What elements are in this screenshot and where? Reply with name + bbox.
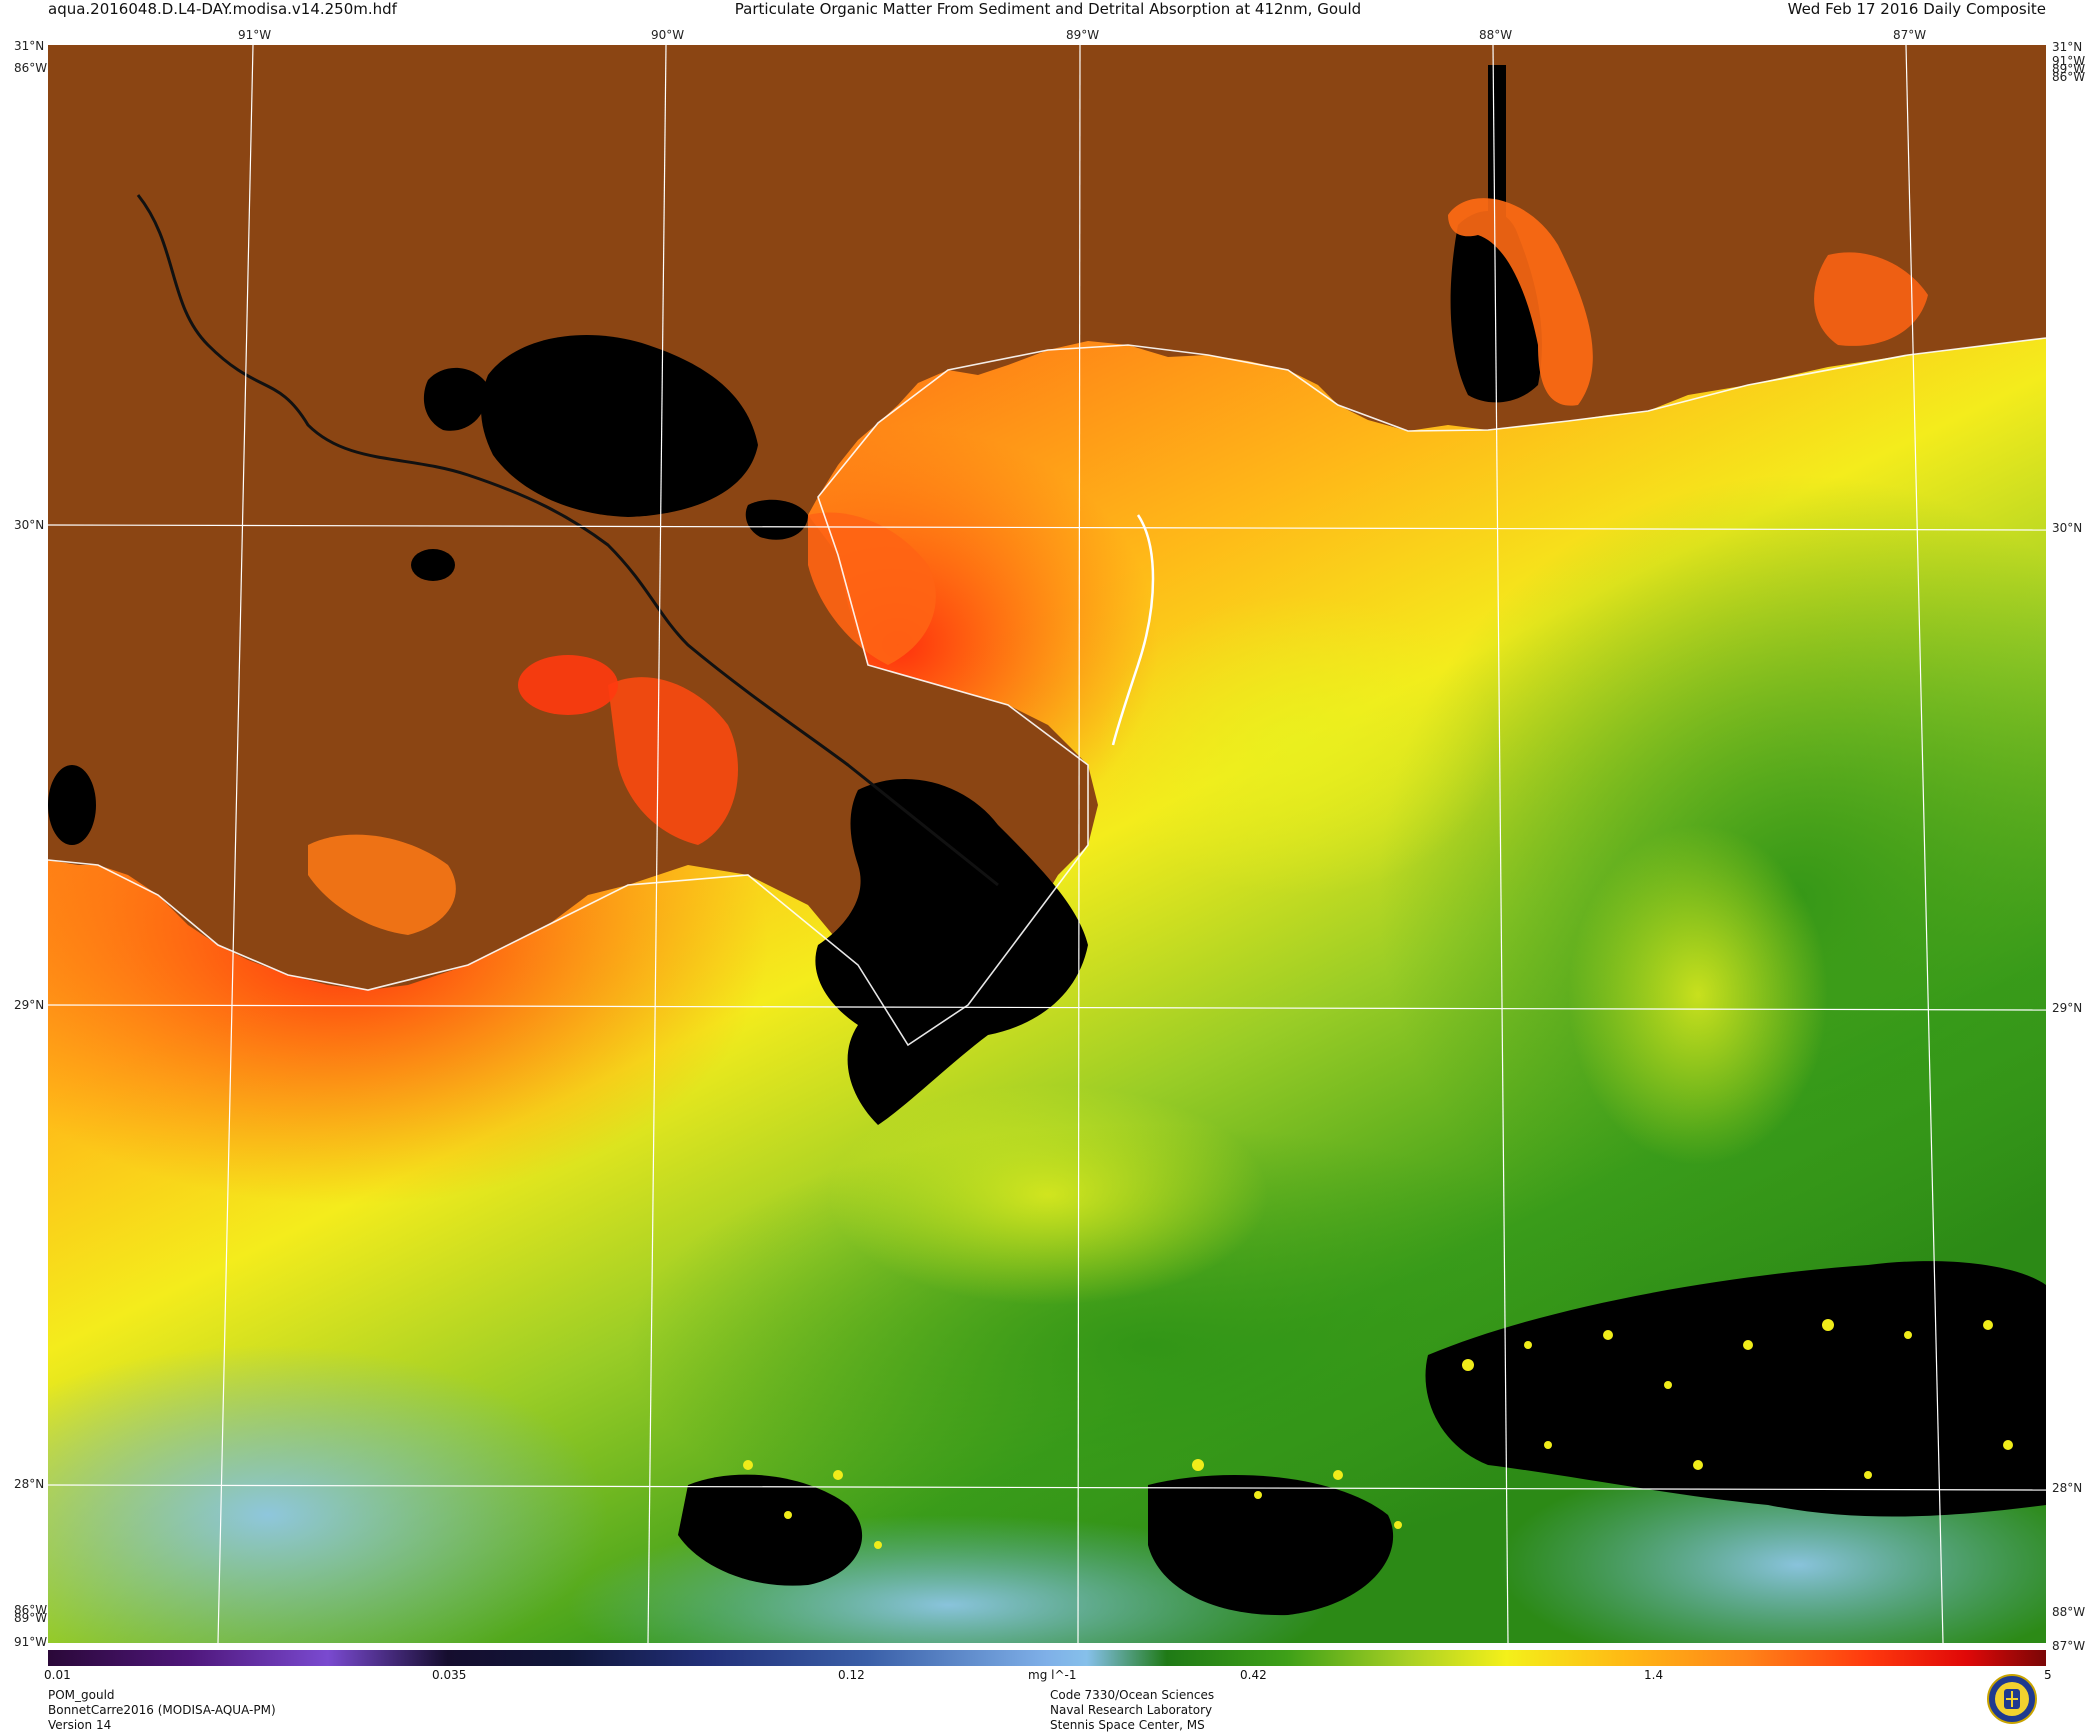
color-scale-bar xyxy=(48,1650,2046,1666)
plume-lake-salvador xyxy=(518,655,618,715)
corner-label-top-left-lat: 31°N xyxy=(14,39,45,53)
corner-label-bottom-right-lon-a: 88°W xyxy=(2052,1605,2086,1619)
lon-label-88w: 88°W xyxy=(1479,28,1513,42)
lon-label-90w: 90°W xyxy=(651,28,685,42)
corner-label-bottom-right-lon-b: 87°W xyxy=(2052,1639,2086,1653)
lon-label-89w: 89°W xyxy=(1066,28,1100,42)
product-name: POM_gould xyxy=(48,1688,115,1702)
corner-label-top-left-lon: 86°W xyxy=(14,61,48,75)
map-image[interactable] xyxy=(48,45,2046,1643)
scale-units: mg l^-1 xyxy=(1028,1668,1077,1682)
org-line-1: Code 7330/Ocean Sciences xyxy=(1050,1688,1215,1702)
scale-tick-14: 1.4 xyxy=(1644,1668,1664,1682)
lat-label-28n-left: 28°N xyxy=(14,1477,45,1491)
lat-label-30n-right: 30°N xyxy=(2052,521,2083,535)
scale-tick-042: 0.42 xyxy=(1240,1668,1267,1682)
org-line-2: Naval Research Laboratory xyxy=(1050,1703,1213,1717)
corner-label-bottom-left-lon-c: 91°W xyxy=(14,1635,48,1649)
small-lake-2 xyxy=(48,765,96,845)
lat-label-28n-right: 28°N xyxy=(2052,1481,2083,1495)
composite-date: Wed Feb 17 2016 Daily Composite xyxy=(1787,0,2046,18)
yellow-eddy-1 xyxy=(1098,595,1498,895)
lon-label-87w: 87°W xyxy=(1893,28,1927,42)
scale-min-label: 0.01 xyxy=(44,1668,71,1682)
lat-label-29n-right: 29°N xyxy=(2052,1001,2083,1015)
lat-label-30n-left: 30°N xyxy=(14,518,45,532)
version-label: Version 14 xyxy=(48,1718,112,1732)
lon-label-91w: 91°W xyxy=(238,28,272,42)
nrl-seal-icon xyxy=(1987,1674,2037,1724)
org-line-3: Stennis Space Center, MS xyxy=(1050,1718,1205,1732)
scale-tick-012: 0.12 xyxy=(838,1668,865,1682)
lat-label-29n-left: 29°N xyxy=(14,998,45,1012)
yellow-eddy-3 xyxy=(828,1085,1268,1305)
scale-tick-0035: 0.035 xyxy=(432,1668,467,1682)
corner-label-bottom-left-lon-b: 89°W xyxy=(14,1611,48,1625)
small-lake-1 xyxy=(411,549,455,581)
scale-max-label: 5 xyxy=(2044,1668,2052,1682)
map-title: Particulate Organic Matter From Sediment… xyxy=(734,0,1362,18)
corner-label-top-right-lon-c: 86°W xyxy=(2052,70,2086,84)
yellow-eddy-2 xyxy=(1568,825,1828,1165)
dataset-name: BonnetCarre2016 (MODISA-AQUA-PM) xyxy=(48,1703,276,1717)
corner-label-top-right-lat: 31°N xyxy=(2052,40,2083,54)
